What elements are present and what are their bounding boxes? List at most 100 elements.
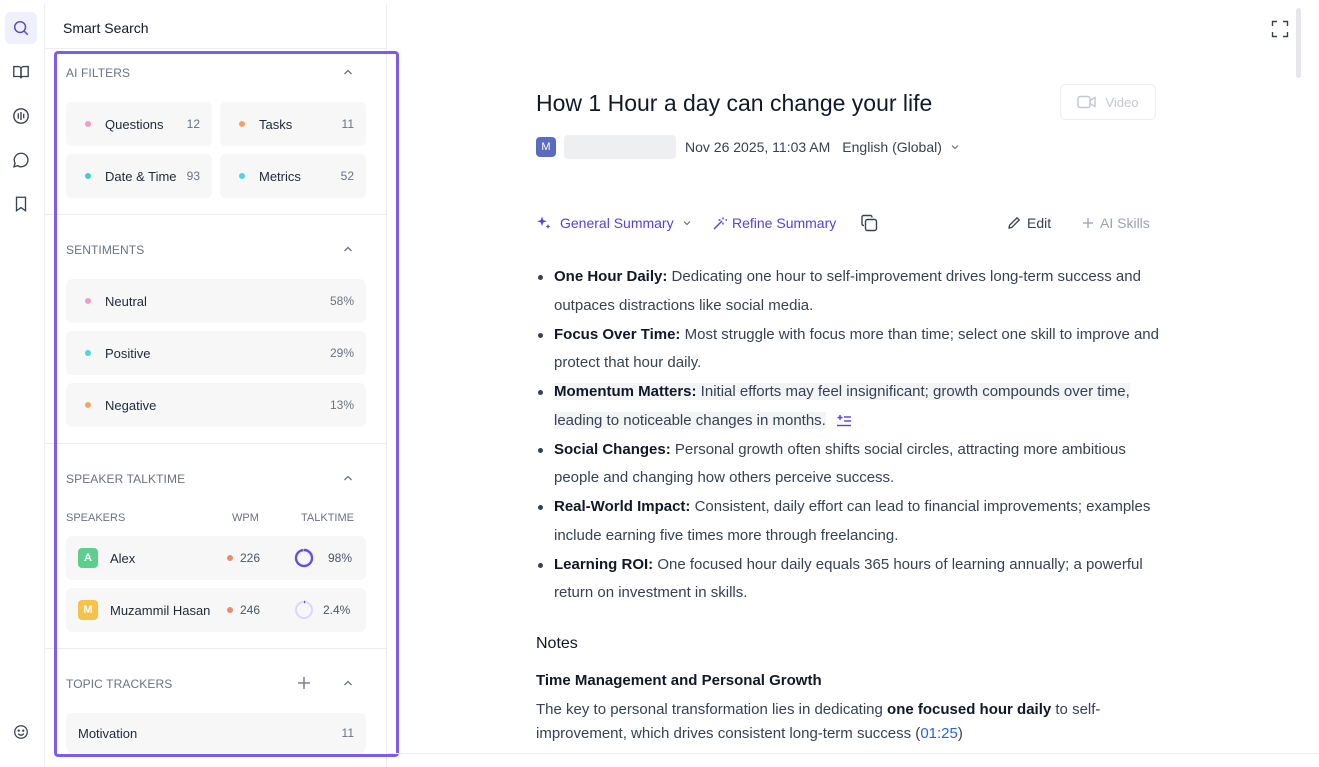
chevron-up-icon[interactable] [342, 677, 354, 689]
summary-type-dropdown[interactable]: General Summary [536, 212, 692, 234]
speaker-wpm: 246 [227, 603, 260, 617]
filter-count: 93 [186, 169, 200, 183]
video-camera-icon [1077, 95, 1097, 109]
language-label: English (Global) [842, 139, 942, 155]
cyan-dot-icon [239, 173, 245, 179]
sentiment-label: Positive [105, 345, 151, 361]
pencil-icon [1008, 216, 1021, 229]
timestamp-link[interactable]: 01:25 [920, 725, 958, 742]
chevron-up-icon[interactable] [342, 472, 354, 484]
video-label: Video [1105, 94, 1139, 110]
sentiment-positive[interactable]: Positive 29% [66, 331, 366, 375]
filter-label: Date & Time [105, 168, 177, 184]
scrollbar[interactable] [1296, 8, 1301, 78]
summary-item: Focus Over Time: Most struggle with focu… [536, 321, 1161, 378]
sentiment-neutral[interactable]: Neutral 58% [66, 279, 366, 323]
wpm-value: 226 [240, 551, 261, 565]
speaker-row[interactable]: A Alex [66, 536, 366, 580]
edit-button[interactable]: Edit [1007, 212, 1051, 234]
filter-label: Questions [105, 116, 164, 132]
pink-dot-icon [85, 298, 91, 304]
ai-skills-button[interactable]: AI Skills [1082, 212, 1150, 234]
smiley-icon[interactable] [5, 716, 37, 748]
talktime-value: 2.4% [323, 603, 351, 617]
sentiment-value: 58% [329, 294, 354, 308]
chevron-down-icon [683, 221, 691, 226]
filter-questions[interactable]: Questions 12 [66, 102, 212, 146]
icon-rail [0, 0, 44, 767]
sentiment-label: Negative [105, 397, 157, 413]
notes-subheading: Time Management and Personal Growth [536, 672, 822, 689]
filter-metrics[interactable]: Metrics 52 [220, 154, 366, 198]
speaker-wpm: 226 [227, 551, 260, 565]
cyan-dot-icon [85, 350, 91, 356]
chevron-up-icon[interactable] [342, 243, 354, 255]
chevron-up-icon[interactable] [342, 66, 354, 78]
topic-count: 11 [341, 726, 354, 740]
bookmark-icon[interactable] [5, 188, 37, 220]
video-button[interactable]: Video [1060, 84, 1156, 120]
wpm-value: 246 [240, 603, 261, 617]
redacted-author-name [564, 135, 676, 159]
talktime-value: 98% [328, 551, 353, 565]
filter-count: 52 [340, 169, 354, 183]
divider [45, 214, 387, 215]
copy-button[interactable] [860, 212, 878, 234]
ai-skills-label: AI Skills [1100, 215, 1150, 231]
column-header-speakers: SPEAKERS [66, 512, 126, 524]
page-title: How 1 Hour a day can change your life [536, 90, 933, 116]
filter-label: Metrics [259, 168, 301, 184]
language-selector[interactable]: English (Global) [842, 139, 960, 155]
speaker-row[interactable]: M Muzammil Hasan [66, 588, 366, 632]
sentiment-value: 13% [329, 398, 354, 412]
summary-item: Learning ROI: One focused hour daily equ… [536, 551, 1161, 608]
sentiment-value: 29% [329, 346, 354, 360]
notes-body: The key to personal transformation lies … [536, 701, 1101, 742]
divider [388, 753, 1319, 754]
topic-tracker-item[interactable]: Motivation 11 [66, 713, 366, 753]
sparkle-icon [537, 216, 551, 229]
filter-tasks[interactable]: Tasks 11 [220, 102, 366, 146]
chat-icon[interactable] [5, 144, 37, 176]
summary-item: One Hour Daily: Dedicating one hour to s… [536, 263, 1161, 320]
filter-label: Tasks [259, 116, 293, 132]
topic-label: Motivation [78, 725, 138, 741]
fullscreen-icon[interactable] [1271, 20, 1289, 38]
sentiment-label: Neutral [105, 293, 147, 309]
topic-trackers-heading: TOPIC TRACKERS [66, 677, 173, 691]
document-meta: M Nov 26 2025, 11:03 AM English (Global) [536, 135, 960, 159]
orange-dot-icon [85, 402, 91, 408]
avatar: M [536, 137, 556, 157]
audio-wave-icon[interactable] [5, 100, 37, 132]
divider [45, 48, 386, 49]
avatar: M [78, 600, 98, 620]
refine-summary-button[interactable]: Refine Summary [712, 212, 836, 234]
filter-date-time[interactable]: Date & Time 93 [66, 154, 212, 198]
sentiments-heading: SENTIMENTS [66, 243, 145, 257]
divider [45, 443, 387, 444]
sentiment-negative[interactable]: Negative 13% [66, 383, 366, 427]
teal-dot-icon [85, 173, 91, 179]
divider [45, 648, 387, 649]
ai-insert-icon[interactable] [836, 414, 852, 428]
summary-toolbar: General Summary Refine Summary Edit AI S… [536, 212, 1156, 234]
talktime-heading: SPEAKER TALKTIME [66, 472, 186, 486]
ai-filters-heading: AI FILTERS [66, 66, 131, 80]
summary-item: Momentum Matters: Initial efforts may fe… [536, 378, 1161, 435]
search-icon[interactable] [5, 12, 37, 44]
talktime-ring [294, 600, 314, 620]
column-header-wpm: WPM [232, 512, 259, 524]
avatar: A [78, 548, 98, 568]
notes-heading: Notes [536, 635, 578, 652]
document-area: How 1 Hour a day can change your life Vi… [388, 4, 1304, 767]
chevron-down-icon [951, 145, 959, 150]
magic-wand-icon [713, 217, 727, 229]
plus-icon [1083, 218, 1093, 228]
filter-count: 11 [341, 117, 354, 131]
book-icon[interactable] [5, 56, 37, 88]
copy-icon [861, 214, 878, 232]
document-datetime: Nov 26 2025, 11:03 AM [685, 139, 831, 155]
summary-item: Social Changes: Personal growth often sh… [536, 436, 1161, 493]
plus-icon[interactable] [297, 676, 311, 690]
talktime-ring-fill [294, 548, 314, 568]
